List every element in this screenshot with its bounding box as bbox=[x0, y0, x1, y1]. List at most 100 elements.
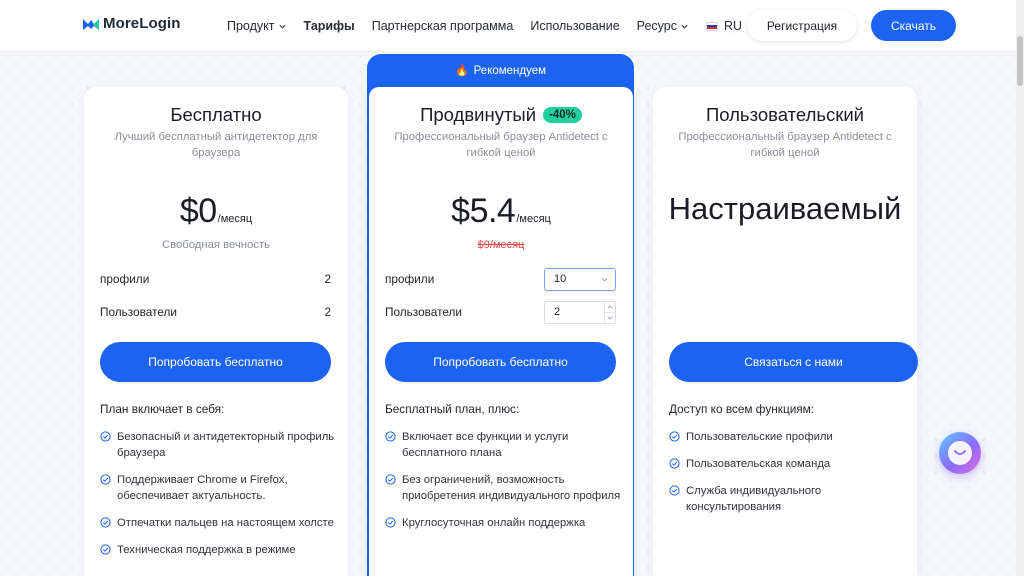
feature-text: Служба индивидуального консультирования bbox=[686, 485, 822, 513]
plan-card-custom: Пользовательский Профессиональный браузе… bbox=[653, 87, 918, 576]
includes-heading: План включает в себя: bbox=[100, 402, 225, 416]
users-row: Пользователи 2 bbox=[385, 300, 616, 324]
feature-text: Безопасный и антидетекторный профиль бра… bbox=[117, 431, 335, 459]
list-item: Безопасный и антидетекторный профиль бра… bbox=[100, 429, 336, 461]
list-item: Круглосуточная онлайн поддержка bbox=[385, 515, 621, 531]
includes-heading: Бесплатный план, плюс: bbox=[385, 402, 520, 416]
price-note: Свободная вечность bbox=[161, 239, 271, 251]
language-switcher[interactable]: RU bbox=[705, 19, 742, 33]
check-circle-icon bbox=[100, 431, 111, 442]
plan-title: Продвинутый bbox=[420, 104, 537, 125]
price-period: /месяц bbox=[516, 213, 551, 225]
chat-icon bbox=[948, 441, 972, 465]
check-circle-icon bbox=[669, 431, 680, 442]
discount-badge: -40% bbox=[543, 107, 582, 123]
chat-support-button[interactable] bbox=[939, 432, 981, 474]
price-amount: $0 bbox=[179, 192, 217, 230]
try-free-button[interactable]: Попробовать бесплатно bbox=[385, 342, 616, 382]
feature-text: Пользовательская команда bbox=[686, 458, 831, 470]
chevron-down-icon bbox=[607, 315, 613, 320]
nav-item-pricing[interactable]: Тарифы bbox=[304, 19, 355, 33]
stepper-up-button[interactable] bbox=[605, 302, 615, 312]
download-button[interactable]: Скачать bbox=[871, 10, 956, 41]
nav-item-label: Ресурс bbox=[636, 19, 677, 33]
recommended-label: Рекомендуем bbox=[473, 64, 547, 77]
scrollbar-track[interactable] bbox=[1016, 0, 1024, 576]
list-item: Включает все функции и услуги бесплатног… bbox=[385, 429, 621, 461]
contact-us-button[interactable]: Связаться с нами bbox=[669, 342, 918, 382]
nav-divider bbox=[733, 18, 734, 34]
feature-text: Пользовательские профили bbox=[686, 431, 833, 443]
plan-subtitle: Лучший бесплатный антидетектор для брауз… bbox=[114, 131, 318, 159]
check-circle-icon bbox=[100, 517, 111, 528]
profiles-row: профили 10 bbox=[385, 267, 616, 291]
check-circle-icon bbox=[100, 474, 111, 485]
profiles-select[interactable]: 10 bbox=[544, 267, 616, 291]
users-stepper[interactable]: 2 bbox=[544, 300, 616, 324]
nav-item-label: Продукт bbox=[227, 19, 275, 33]
custom-price-label: Настраиваемый bbox=[668, 191, 902, 226]
price-period: /месяц bbox=[217, 213, 253, 225]
nav-item-usage[interactable]: Использование bbox=[530, 19, 619, 33]
register-button[interactable]: Регистрация bbox=[747, 10, 857, 41]
list-item: Поддерживает Chrome и Firefox, обеспечив… bbox=[100, 472, 336, 504]
main-nav: Продукт Тарифы Партнерская программа Исп… bbox=[227, 0, 759, 52]
stepper-down-button[interactable] bbox=[605, 311, 615, 323]
check-circle-icon bbox=[669, 485, 680, 496]
logo-text: MoreLogin bbox=[103, 15, 181, 32]
price-amount: $5.4 bbox=[451, 192, 516, 230]
nav-item-affiliate[interactable]: Партнерская программа bbox=[372, 19, 514, 33]
logo[interactable]: MoreLogin bbox=[82, 15, 181, 32]
nav-item-label: Тарифы bbox=[303, 19, 355, 33]
profiles-label: профили bbox=[385, 272, 435, 286]
list-item: Без ограничений, возможность приобретени… bbox=[385, 472, 621, 504]
users-label: Пользователи bbox=[385, 305, 462, 319]
plan-subtitle: Профессиональный браузер Antidetect с ги… bbox=[394, 131, 608, 159]
users-row: Пользователи 2 bbox=[100, 300, 331, 324]
feature-text: Без ограничений, возможность приобретени… bbox=[402, 474, 621, 502]
plan-card-free: Бесплатно Лучший бесплатный антидетектор… bbox=[84, 87, 348, 576]
feature-text: Поддерживает Chrome и Firefox, обеспечив… bbox=[117, 474, 288, 502]
plan-price: $5.4/месяц bbox=[369, 192, 633, 231]
nav-item-resources[interactable]: Ресурс bbox=[637, 19, 689, 33]
includes-heading: Доступ ко всем функциям: bbox=[669, 402, 815, 416]
check-circle-icon bbox=[669, 458, 680, 469]
chevron-down-icon bbox=[601, 277, 608, 282]
site-header: MoreLogin Продукт Тарифы Партнерская про… bbox=[0, 0, 1024, 52]
plan-title: Пользовательский bbox=[705, 104, 865, 125]
users-label: Пользователи bbox=[100, 305, 177, 319]
list-item: Отпечатки пальцев на настоящем холсте bbox=[100, 515, 336, 531]
plan-price: $0/месяц bbox=[84, 192, 348, 231]
plan-title-row: Продвинутый -40% bbox=[369, 104, 633, 126]
morelogin-logo-icon bbox=[83, 18, 99, 30]
scrollbar-thumb[interactable] bbox=[1017, 36, 1023, 86]
chevron-down-icon bbox=[681, 24, 688, 29]
check-circle-icon bbox=[100, 544, 111, 555]
list-item: Техническая поддержка в режиме bbox=[100, 542, 336, 558]
feature-text: Техническая поддержка в режиме bbox=[117, 544, 296, 556]
list-item: Служба индивидуального консультирования bbox=[669, 483, 905, 515]
feature-list: Включает все функции и услуги бесплатног… bbox=[385, 429, 621, 542]
feature-list: Пользовательские профили Пользовательска… bbox=[669, 429, 905, 526]
nav-item-label: Использование bbox=[530, 19, 620, 33]
chevron-up-icon bbox=[607, 304, 613, 309]
fire-icon: 🔥 bbox=[454, 65, 469, 77]
nav-item-label: Партнерская программа bbox=[371, 19, 514, 33]
nav-item-product[interactable]: Продукт bbox=[227, 19, 287, 33]
list-item: Пользовательские профили bbox=[669, 429, 905, 445]
profiles-value: 2 bbox=[324, 272, 331, 286]
chevron-down-icon bbox=[278, 24, 286, 29]
try-free-button[interactable]: Попробовать бесплатно bbox=[100, 342, 331, 382]
plan-subtitle: Профессиональный браузер Antidetect с ги… bbox=[678, 131, 892, 159]
feature-text: Включает все функции и услуги бесплатног… bbox=[402, 431, 569, 459]
users-value: 2 bbox=[324, 305, 331, 319]
feature-list: Безопасный и антидетекторный профиль бра… bbox=[100, 429, 336, 569]
profiles-row: профили 2 bbox=[100, 267, 331, 291]
users-stepper-value: 2 bbox=[554, 306, 561, 318]
profiles-label: профили bbox=[100, 272, 150, 286]
check-circle-icon bbox=[385, 474, 396, 485]
feature-text: Отпечатки пальцев на настоящем холсте bbox=[117, 517, 334, 529]
check-circle-icon bbox=[385, 431, 396, 442]
plan-title: Бесплатно bbox=[170, 104, 262, 125]
russia-flag-icon bbox=[705, 21, 718, 31]
